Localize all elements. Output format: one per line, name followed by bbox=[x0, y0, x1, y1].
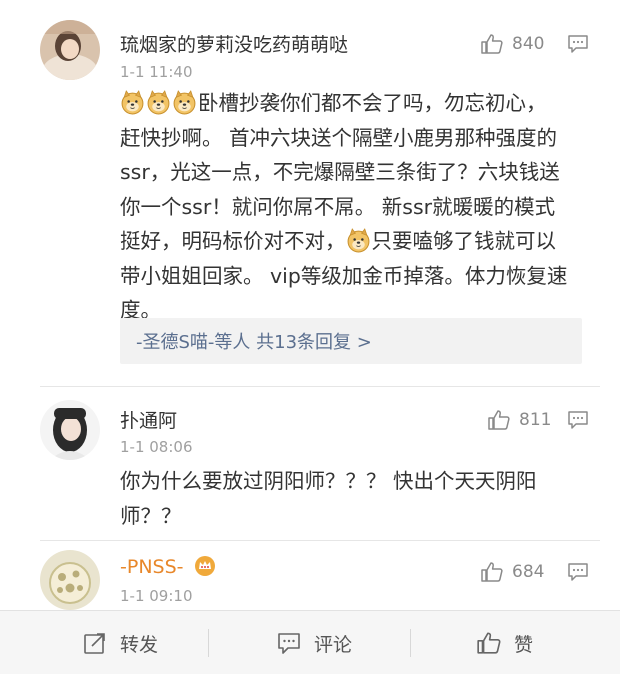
doge-emoji bbox=[120, 90, 145, 115]
username[interactable]: 琉烟家的萝莉没吃药萌萌哒 bbox=[120, 30, 348, 57]
username[interactable]: -PNSS- bbox=[120, 556, 184, 578]
avatar[interactable] bbox=[40, 550, 100, 610]
comment-item: 琉烟家的萝莉没吃药萌萌哒 1-1 11:40 840 卧槽抄袭你们都不会了吗，勿… bbox=[0, 0, 620, 380]
timestamp: 1-1 09:10 bbox=[120, 587, 193, 605]
like-bottom-button[interactable]: 赞 bbox=[476, 611, 533, 674]
like-count: 684 bbox=[512, 562, 545, 582]
like-icon bbox=[480, 560, 504, 584]
reply-icon[interactable] bbox=[567, 34, 589, 54]
like-count: 811 bbox=[519, 410, 552, 430]
body-line: 赶快抄啊。 首冲六块送个隔壁小鹿男那种强度的 bbox=[120, 125, 558, 150]
replies-summary-text: -圣德S喵-等人 共13条回复 > bbox=[136, 332, 372, 353]
timestamp: 1-1 08:06 bbox=[120, 438, 193, 456]
body-line: 卧槽抄袭你们都不会了吗，勿忘初心， bbox=[198, 91, 547, 115]
comment-body: 你为什么要放过阴阳师？？？ 快出个天天阴阳 师？？ bbox=[120, 464, 600, 533]
like-icon bbox=[480, 32, 504, 56]
doge-emoji bbox=[346, 228, 371, 253]
reply-icon[interactable] bbox=[567, 410, 589, 430]
body-line: 你一个ssr！就问你屌不屌。 新ssr就暖暖的模式 bbox=[120, 194, 556, 219]
like-button[interactable]: 684 bbox=[480, 560, 544, 584]
comment-item: 扑通阿 1-1 08:06 811 你为什么要放过阴阳师？？？ 快出个天天阴阳 … bbox=[0, 386, 620, 536]
body-line: 你为什么要放过阴阳师？？？ 快出个天天阴阳 bbox=[120, 469, 537, 493]
like-label: 赞 bbox=[514, 633, 534, 656]
body-line: 师？？ bbox=[120, 503, 182, 528]
body-line: 只要嗑够了钱就可以 bbox=[371, 229, 557, 253]
like-icon bbox=[477, 632, 501, 654]
comment-icon bbox=[278, 633, 300, 654]
doge-emoji bbox=[172, 90, 197, 115]
like-button[interactable]: 840 bbox=[480, 32, 544, 56]
doge-emoji bbox=[146, 90, 171, 115]
reply-icon[interactable] bbox=[567, 562, 589, 582]
repost-icon bbox=[84, 633, 105, 654]
comment-label: 评论 bbox=[314, 633, 353, 656]
comment-body: 卧槽抄袭你们都不会了吗，勿忘初心， 赶快抄啊。 首冲六块送个隔壁小鹿男那种强度的… bbox=[120, 86, 600, 328]
divider bbox=[410, 629, 411, 657]
comment-button[interactable]: 评论 bbox=[276, 611, 352, 674]
like-count: 840 bbox=[512, 34, 545, 54]
replies-summary-link[interactable]: -圣德S喵-等人 共13条回复 > bbox=[120, 318, 582, 364]
crown-badge-icon bbox=[194, 555, 216, 577]
avatar[interactable] bbox=[40, 400, 100, 460]
comment-item: -PNSS- 1-1 09:10 684 bbox=[0, 540, 620, 610]
body-line: 挺好，明码标价对不对， bbox=[120, 229, 346, 253]
body-line: 带小姐姐回家。 vip等级加金币掉落。体力恢复速 bbox=[120, 263, 568, 288]
divider bbox=[208, 629, 209, 657]
repost-button[interactable]: 转发 bbox=[82, 611, 158, 674]
username[interactable]: 扑通阿 bbox=[120, 406, 177, 433]
repost-label: 转发 bbox=[120, 633, 159, 656]
bottom-action-bar: 转发 评论 赞 bbox=[0, 610, 620, 674]
like-button[interactable]: 811 bbox=[487, 408, 551, 432]
body-line: ssr，光这一点，不完爆隔壁三条街了？六块钱送 bbox=[120, 160, 560, 184]
like-icon bbox=[487, 408, 511, 432]
avatar[interactable] bbox=[40, 20, 100, 80]
timestamp: 1-1 11:40 bbox=[120, 63, 193, 81]
